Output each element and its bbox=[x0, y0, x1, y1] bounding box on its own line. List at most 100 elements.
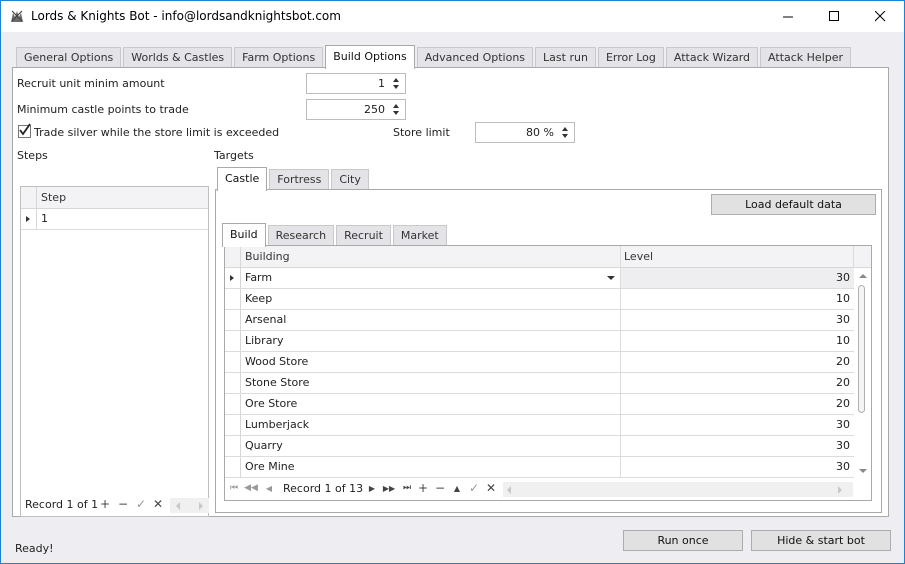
dropdown-arrow-icon[interactable] bbox=[607, 276, 615, 281]
edit-record-icon[interactable]: ▲ bbox=[450, 484, 464, 493]
building-cell[interactable]: Arsenal bbox=[245, 313, 286, 326]
table-row[interactable]: Lumberjack 30 bbox=[225, 415, 854, 436]
tab-fortress[interactable]: Fortress bbox=[269, 169, 330, 190]
level-cell[interactable]: 30 bbox=[810, 418, 850, 431]
scroll-down-icon[interactable] bbox=[859, 468, 867, 474]
close-button[interactable] bbox=[857, 1, 903, 32]
recruit-min-spinner[interactable]: 1 bbox=[306, 73, 406, 94]
building-cell[interactable]: Stone Store bbox=[245, 376, 309, 389]
previous-record-icon[interactable]: ◀ bbox=[262, 484, 276, 493]
remove-record-icon[interactable]: − bbox=[116, 497, 130, 511]
table-row[interactable]: Stone Store 20 bbox=[225, 373, 854, 394]
cancel-edit-icon[interactable]: ✕ bbox=[151, 497, 165, 511]
trade-silver-checkbox[interactable] bbox=[18, 123, 31, 138]
tab-general-options[interactable]: General Options bbox=[16, 47, 122, 68]
level-cell[interactable]: 30 bbox=[810, 271, 850, 284]
level-cell[interactable]: 30 bbox=[810, 439, 850, 452]
table-row[interactable]: Wood Store 20 bbox=[225, 352, 854, 373]
table-row[interactable]: Arsenal 30 bbox=[225, 310, 854, 331]
end-edit-icon[interactable]: ✓ bbox=[134, 497, 148, 511]
column-header-building[interactable]: Building bbox=[245, 250, 290, 263]
steps-navigator: Record 1 of 1 + − ✓ ✕ bbox=[21, 494, 209, 516]
tab-build[interactable]: Build bbox=[222, 223, 266, 247]
app-logo-icon bbox=[11, 10, 23, 22]
table-row[interactable]: Ore Mine 30 bbox=[225, 457, 854, 478]
tab-attack-wizard[interactable]: Attack Wizard bbox=[665, 47, 759, 68]
scroll-up-icon[interactable] bbox=[859, 273, 867, 279]
load-default-data-button[interactable]: Load default data bbox=[711, 194, 876, 215]
building-cell[interactable]: Farm bbox=[245, 271, 272, 284]
table-row[interactable]: Ore Store 20 bbox=[225, 394, 854, 415]
cancel-edit-icon[interactable]: ✕ bbox=[484, 481, 498, 495]
scroll-right-icon[interactable] bbox=[837, 486, 843, 494]
add-record-icon[interactable]: + bbox=[98, 497, 112, 511]
tab-recruit[interactable]: Recruit bbox=[336, 225, 391, 246]
scroll-left-icon[interactable] bbox=[175, 502, 181, 510]
spin-arrows-icon[interactable] bbox=[560, 125, 570, 140]
spin-arrows-icon[interactable] bbox=[391, 76, 401, 91]
maximize-button[interactable] bbox=[811, 1, 857, 32]
status-text: Ready! bbox=[15, 542, 54, 555]
buildings-vscroll[interactable] bbox=[854, 268, 871, 481]
building-cell[interactable]: Library bbox=[245, 334, 283, 347]
tab-farm-options[interactable]: Farm Options bbox=[234, 47, 324, 68]
tab-build-options[interactable]: Build Options bbox=[325, 45, 415, 69]
scroll-right-icon[interactable] bbox=[198, 502, 204, 510]
column-header-step[interactable]: Step bbox=[41, 191, 66, 204]
level-cell[interactable]: 10 bbox=[810, 292, 850, 305]
buildings-grid: Building Level Farm 30 Keep 10 Arsenal 30 Libr… bbox=[224, 245, 872, 501]
steps-grid: Step 1 Record 1 of 1 + − ✓ ✕ bbox=[20, 186, 209, 517]
add-record-icon[interactable]: + bbox=[416, 481, 430, 495]
tab-error-log[interactable]: Error Log bbox=[597, 47, 664, 68]
level-cell[interactable]: 20 bbox=[810, 376, 850, 389]
level-cell[interactable]: 10 bbox=[810, 334, 850, 347]
table-row[interactable]: Library 10 bbox=[225, 331, 854, 352]
next-record-icon[interactable]: ▶ bbox=[365, 484, 379, 493]
window-title: Lords & Knights Bot - info@lordsandknigh… bbox=[31, 9, 341, 23]
steps-hscroll[interactable] bbox=[170, 498, 209, 513]
tab-last-run[interactable]: Last run bbox=[535, 47, 596, 68]
store-limit-label: Store limit bbox=[393, 126, 450, 139]
building-cell[interactable]: Ore Mine bbox=[245, 460, 295, 473]
tab-market[interactable]: Market bbox=[392, 225, 447, 246]
level-cell[interactable]: 20 bbox=[810, 355, 850, 368]
min-castle-points-spinner[interactable]: 250 bbox=[306, 99, 406, 120]
previous-page-icon[interactable]: ◀◀ bbox=[244, 483, 258, 493]
spin-arrows-icon[interactable] bbox=[391, 102, 401, 117]
store-limit-spinner[interactable]: 80 % bbox=[475, 122, 575, 143]
level-cell[interactable]: 30 bbox=[810, 460, 850, 473]
table-row[interactable]: Keep 10 bbox=[225, 289, 854, 310]
run-once-button[interactable]: Run once bbox=[623, 530, 743, 551]
table-row[interactable]: Quarry 30 bbox=[225, 436, 854, 457]
end-edit-icon[interactable]: ✓ bbox=[467, 481, 481, 495]
building-cell[interactable]: Keep bbox=[245, 292, 272, 305]
table-row[interactable]: Farm 30 bbox=[225, 268, 854, 289]
level-cell[interactable]: 20 bbox=[810, 397, 850, 410]
tab-advanced-options[interactable]: Advanced Options bbox=[416, 47, 534, 68]
minimize-button[interactable] bbox=[765, 1, 811, 32]
scroll-left-icon[interactable] bbox=[506, 486, 512, 494]
buildings-hscroll[interactable] bbox=[503, 482, 853, 497]
building-cell[interactable]: Ore Store bbox=[245, 397, 297, 410]
tab-city[interactable]: City bbox=[331, 169, 369, 190]
table-row[interactable]: 1 bbox=[21, 209, 208, 230]
next-page-icon[interactable]: ▶▶ bbox=[382, 484, 396, 493]
first-record-icon[interactable]: ⏮ bbox=[227, 483, 241, 493]
step-cell[interactable]: 1 bbox=[41, 212, 48, 225]
column-separator bbox=[853, 246, 854, 268]
remove-record-icon[interactable]: − bbox=[433, 481, 447, 495]
tab-attack-helper[interactable]: Attack Helper bbox=[760, 47, 852, 68]
building-cell[interactable]: Wood Store bbox=[245, 355, 308, 368]
column-header-level[interactable]: Level bbox=[624, 250, 653, 263]
tab-research[interactable]: Research bbox=[267, 225, 335, 246]
building-cell[interactable]: Lumberjack bbox=[245, 418, 309, 431]
building-cell[interactable]: Quarry bbox=[245, 439, 283, 452]
scroll-thumb[interactable] bbox=[858, 285, 865, 413]
hide-start-bot-button[interactable]: Hide & start bot bbox=[751, 530, 891, 551]
build-tab-strip: Build Research Recruit Market bbox=[222, 223, 449, 247]
level-cell[interactable]: 30 bbox=[810, 313, 850, 326]
tab-worlds-castles[interactable]: Worlds & Castles bbox=[123, 47, 233, 68]
tab-castle[interactable]: Castle bbox=[217, 167, 268, 191]
row-indicator bbox=[225, 352, 241, 372]
last-record-icon[interactable]: ⏭ bbox=[400, 483, 414, 493]
